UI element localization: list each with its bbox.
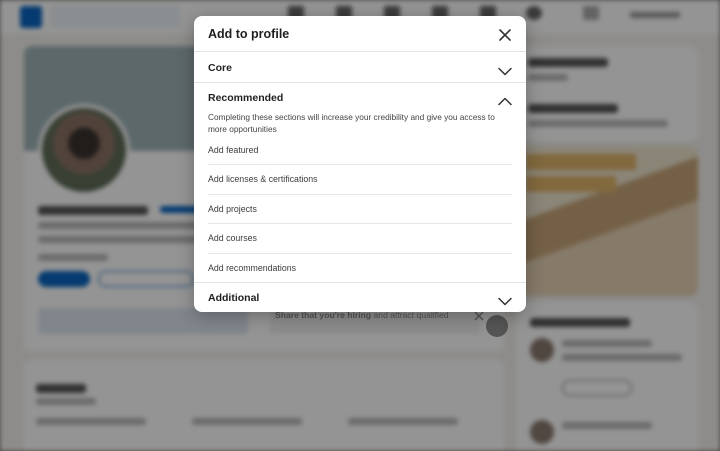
carousel-next-button[interactable] [486, 315, 508, 337]
section-additional-label: Additional [208, 292, 260, 304]
modal-header: Add to profile [194, 16, 526, 52]
add-projects-item[interactable]: Add projects [208, 195, 512, 224]
modal-title: Add to profile [208, 27, 290, 41]
recommended-description: Completing these sections will increase … [208, 112, 495, 134]
add-licenses-certifications-label: Add licenses & certifications [208, 174, 318, 184]
chevron-down-icon [498, 293, 512, 306]
add-licenses-certifications-item[interactable]: Add licenses & certifications [208, 165, 512, 194]
section-core-toggle[interactable]: Core [194, 53, 526, 83]
chevron-up-icon [498, 93, 512, 106]
add-courses-label: Add courses [208, 233, 257, 243]
add-recommendations-item[interactable]: Add recommendations [208, 254, 512, 283]
add-featured-label: Add featured [208, 145, 259, 155]
add-featured-item[interactable]: Add featured [208, 136, 512, 165]
add-courses-item[interactable]: Add courses [208, 224, 512, 253]
add-to-profile-modal: Add to profile Core Recommended Completi… [194, 16, 526, 312]
chevron-down-icon [498, 63, 512, 76]
section-recommended-toggle[interactable]: Recommended [194, 83, 526, 113]
section-recommended-label: Recommended [208, 92, 284, 104]
add-recommendations-label: Add recommendations [208, 263, 297, 273]
section-core-label: Core [208, 62, 232, 74]
section-additional-toggle[interactable]: Additional [194, 283, 526, 312]
close-icon[interactable] [497, 27, 513, 43]
add-projects-label: Add projects [208, 204, 257, 214]
